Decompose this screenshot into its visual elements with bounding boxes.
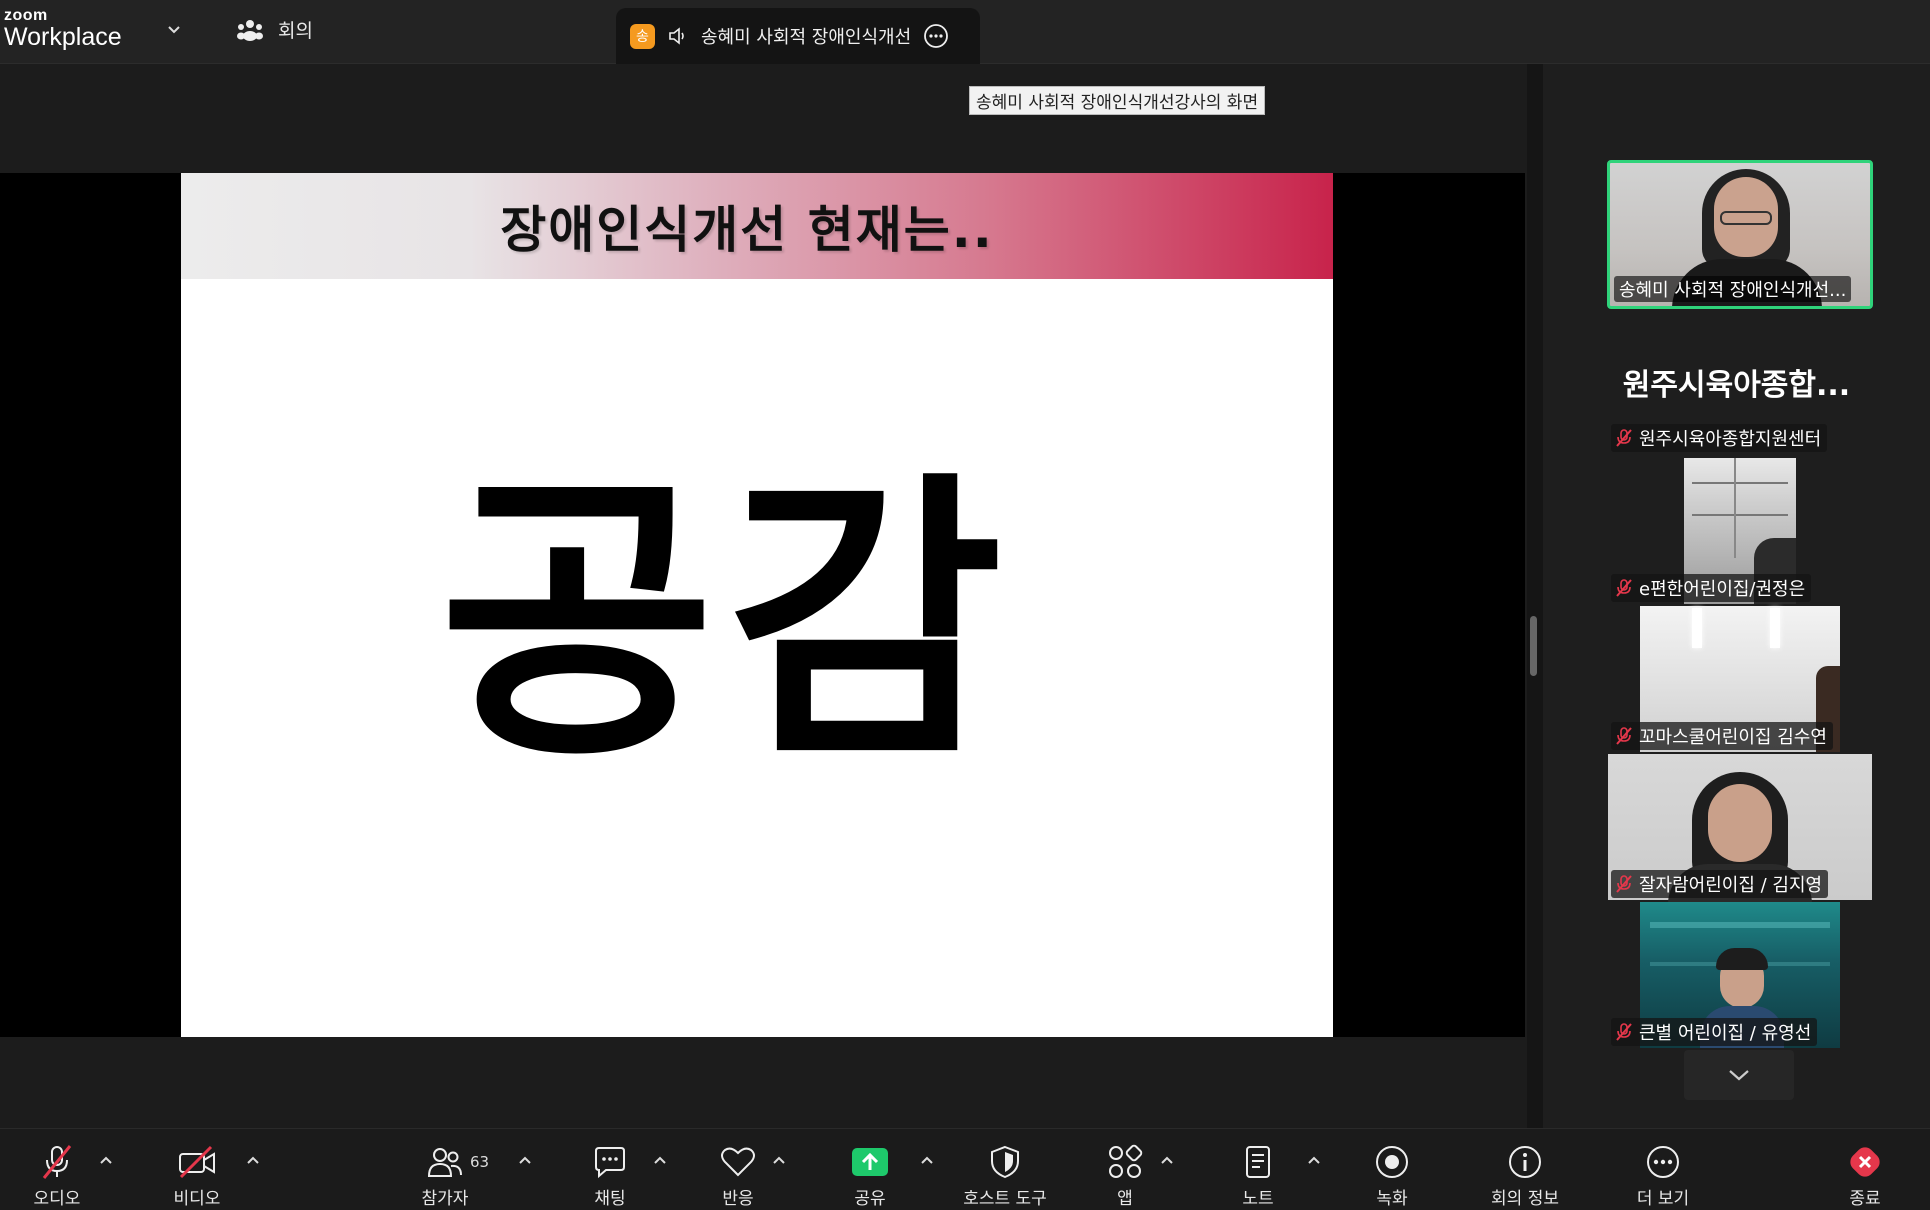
- video-button[interactable]: 비디오: [142, 1143, 252, 1209]
- record-label: 녹화: [1376, 1189, 1408, 1209]
- meeting-info-label: 회의 정보: [1491, 1189, 1559, 1209]
- logo-workplace-text: Workplace: [4, 23, 122, 51]
- shield-icon: [985, 1143, 1025, 1181]
- meeting-tab[interactable]: 송 송혜미 사회적 장애인식개선: [616, 8, 980, 64]
- share-upload-icon: [850, 1143, 890, 1181]
- group-title: 원주시육아종합...: [1622, 368, 1851, 403]
- speaker-name-label: 송혜미 사회적 장애인식개선...: [1614, 276, 1852, 302]
- participant-name: 잘자람어린이집 / 김지영: [1639, 875, 1823, 896]
- audio-options-caret-icon[interactable]: [97, 1151, 115, 1169]
- mic-muted-icon: [1616, 579, 1632, 597]
- host-tools-label: 호스트 도구: [963, 1189, 1047, 1209]
- participant-tile[interactable]: 원주시육아종합지원센터: [1608, 420, 1872, 456]
- record-button[interactable]: 녹화: [1337, 1143, 1447, 1209]
- participant-label: 꼬마스쿨어린이집 김수연: [1611, 722, 1833, 750]
- chevron-down-icon[interactable]: [164, 20, 184, 40]
- audio-label: 오디오: [33, 1189, 81, 1209]
- participant-label: e편한어린이집/권정은: [1611, 574, 1812, 602]
- notes-icon: [1238, 1143, 1278, 1181]
- video-options-caret-icon[interactable]: [244, 1151, 262, 1169]
- more-options-icon[interactable]: [923, 23, 949, 49]
- participant-name: 꼬마스쿨어린이집 김수연: [1639, 727, 1827, 748]
- slide-header: 장애인식개선 현재는..: [181, 173, 1333, 279]
- meeting-nav-label: 회의: [278, 20, 313, 42]
- host-tools-button[interactable]: 호스트 도구: [950, 1143, 1060, 1209]
- share-button[interactable]: 공유: [815, 1143, 925, 1209]
- participant-name: 원주시육아종합지원센터: [1639, 429, 1822, 450]
- meeting-info-button[interactable]: 회의 정보: [1470, 1143, 1580, 1209]
- active-speaker-tile[interactable]: 송혜미 사회적 장애인식개선...: [1607, 160, 1873, 309]
- end-meeting-button[interactable]: 종료: [1810, 1143, 1920, 1209]
- screen-share-label[interactable]: 송혜미 사회적 장애인식개선강사의 화면: [969, 86, 1266, 115]
- tab-avatar-badge: 송: [630, 23, 655, 49]
- mic-muted-icon: [37, 1143, 77, 1181]
- more-label: 더 보기: [1636, 1189, 1690, 1209]
- participants-icon: [425, 1143, 465, 1181]
- apps-label: 앱: [1117, 1189, 1133, 1209]
- notes-options-caret-icon[interactable]: [1305, 1151, 1323, 1169]
- share-options-caret-icon[interactable]: [918, 1151, 936, 1169]
- video-label: 비디오: [173, 1189, 221, 1209]
- slide-main-word: 공감: [439, 448, 1015, 797]
- more-button[interactable]: 더 보기: [1608, 1143, 1718, 1209]
- participant-label: 잘자람어린이집 / 김지영: [1611, 870, 1829, 898]
- mic-muted-icon: [1616, 875, 1632, 893]
- chat-label: 채팅: [594, 1189, 626, 1209]
- chat-icon: [590, 1143, 630, 1181]
- participants-group-icon: [237, 19, 263, 41]
- notes-label: 노트: [1242, 1189, 1274, 1209]
- chevron-down-icon: [1729, 1070, 1749, 1081]
- mic-muted-icon: [1616, 727, 1632, 745]
- participant-tile[interactable]: e편한어린이집/권정은: [1608, 458, 1872, 604]
- speaker-glasses: [1720, 211, 1772, 225]
- zoom-window: zoom Workplace 회의 송 송혜미 사회적 장애인식개선 송혜미 사…: [0, 0, 1930, 1210]
- audio-button[interactable]: 오디오: [2, 1143, 112, 1209]
- more-options-icon: [1643, 1143, 1683, 1181]
- shared-slide: 장애인식개선 현재는.. 공감: [181, 173, 1333, 1037]
- reactions-options-caret-icon[interactable]: [770, 1151, 788, 1169]
- splitter-handle[interactable]: [1530, 616, 1537, 676]
- participants-label: 참가자: [421, 1189, 469, 1209]
- notes-button[interactable]: 노트: [1203, 1143, 1313, 1209]
- mic-muted-icon: [1616, 429, 1632, 447]
- camera-off-icon: [177, 1143, 217, 1181]
- zoom-logo[interactable]: zoom Workplace: [4, 8, 122, 50]
- heart-icon: [718, 1143, 758, 1181]
- participant-tile[interactable]: 잘자람어린이집 / 김지영: [1608, 754, 1872, 904]
- info-icon: [1505, 1143, 1545, 1181]
- end-label: 종료: [1849, 1189, 1881, 1209]
- meeting-toolbar: 오디오 비디오 참가자 63 채팅 반응 공유 호스트 도구 앱 노트 녹화 회…: [0, 1128, 1930, 1210]
- participant-tile[interactable]: 꼬마스쿨어린이집 김수연: [1608, 606, 1872, 752]
- participant-name: 큰별 어린이집 / 유영선: [1639, 1023, 1812, 1044]
- mic-muted-icon: [1616, 1023, 1632, 1041]
- chat-options-caret-icon[interactable]: [651, 1151, 669, 1169]
- end-close-icon: [1845, 1143, 1885, 1181]
- panel-splitter[interactable]: [1527, 64, 1543, 1128]
- reactions-label: 반응: [722, 1189, 754, 1209]
- slide-title: 장애인식개선 현재는..: [500, 201, 994, 259]
- participant-tile[interactable]: 큰별 어린이집 / 유영선: [1608, 902, 1872, 1048]
- participant-label: 큰별 어린이집 / 유영선: [1611, 1018, 1818, 1046]
- logo-zoom-text: zoom: [4, 7, 48, 24]
- meeting-nav[interactable]: 회의: [236, 16, 313, 43]
- speaker-volume-icon: [669, 27, 684, 45]
- top-bar: zoom Workplace 회의 송 송혜미 사회적 장애인식개선: [0, 0, 1930, 64]
- apps-icon: [1105, 1143, 1145, 1181]
- tab-title: 송혜미 사회적 장애인식개선: [701, 27, 912, 48]
- share-label: 공유: [854, 1189, 886, 1209]
- participant-label: 원주시육아종합지원센터: [1611, 424, 1828, 452]
- participants-count: 63: [470, 1153, 490, 1171]
- gallery-scroll-down-button[interactable]: [1684, 1050, 1794, 1100]
- participants-options-caret-icon[interactable]: [516, 1151, 534, 1169]
- participant-name: e편한어린이집/권정은: [1639, 579, 1806, 600]
- chat-button[interactable]: 채팅: [555, 1143, 665, 1209]
- record-icon: [1372, 1143, 1412, 1181]
- apps-options-caret-icon[interactable]: [1158, 1151, 1176, 1169]
